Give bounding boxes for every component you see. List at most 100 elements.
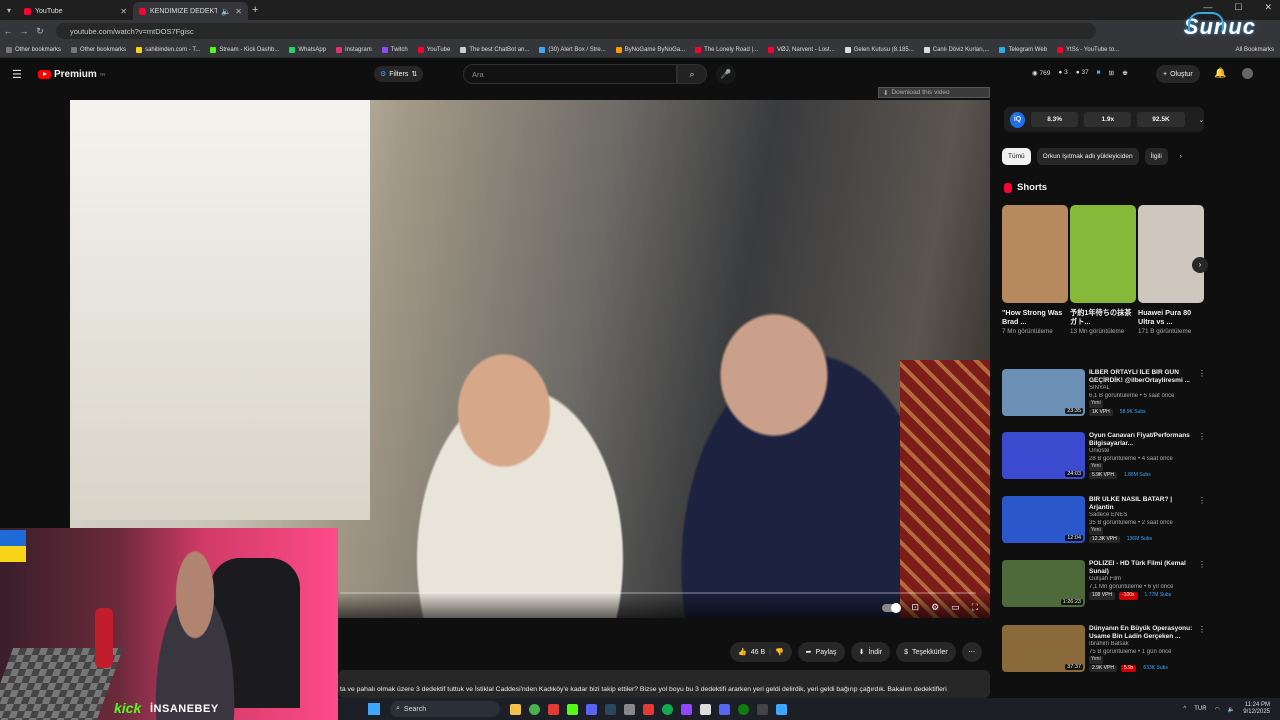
voice-search-button[interactable]: 🎤 — [716, 64, 736, 84]
youtube-logo[interactable]: Premium TR — [38, 69, 105, 80]
short-item[interactable]: 予約1年待ちの抹茶ガト... 13 Mn görüntüleme — [1070, 205, 1136, 336]
download-button[interactable]: ⬇ İndir — [850, 642, 891, 662]
app-icon[interactable] — [643, 703, 654, 715]
app-icon[interactable] — [567, 703, 578, 715]
back-icon[interactable]: ← — [0, 26, 16, 36]
like-button[interactable]: 👍 46 B | 👎 — [730, 642, 792, 662]
app-icon[interactable] — [700, 703, 711, 715]
recommended-video[interactable]: 24:03 Oyun Canavarı Fiyat/Performans Bilg… — [1002, 432, 1206, 488]
short-thumbnail[interactable] — [1138, 205, 1204, 303]
new-tab-icon[interactable]: + — [252, 4, 258, 16]
recommended-video[interactable]: 1:26:23 POLİZEİ - HD Türk Filmi (Kemal Su… — [1002, 560, 1206, 616]
recommended-video[interactable]: 37:37 Dünyanın En Büyük Operasyonu: Usame… — [1002, 625, 1206, 681]
video-thumbnail[interactable]: 12:04 — [1002, 496, 1085, 543]
avatar[interactable] — [1242, 68, 1253, 79]
address-bar[interactable]: youtube.com/watch?v=mtDOS7Fgisc — [56, 23, 1096, 39]
shorts-next-button[interactable]: › — [1192, 257, 1208, 273]
close-window-icon[interactable]: ✕ — [1264, 2, 1272, 13]
app-icon[interactable] — [757, 703, 768, 715]
bookmark-item[interactable]: Instagram — [336, 46, 372, 53]
reload-icon[interactable]: ↻ — [32, 26, 48, 37]
search-input[interactable]: Ara — [463, 64, 677, 84]
bookmark-item[interactable]: Telegram Web — [999, 46, 1047, 53]
more-options-icon[interactable]: ⋮ — [1198, 496, 1206, 552]
taskbar-search[interactable]: ⌕ Search — [390, 701, 500, 717]
video-thumbnail[interactable]: 23:35 — [1002, 369, 1085, 416]
recommended-video[interactable]: 23:35 İLBER ORTAYLI İLE BİR GÜN GEÇİRDİK!… — [1002, 369, 1206, 425]
bookmark-item[interactable]: Gelen Kutusu (8.185... — [844, 46, 914, 53]
bookmark-item[interactable]: Other bookmarks — [6, 46, 61, 53]
extension-icon[interactable]: ■ — [1097, 69, 1101, 77]
browser-tab-youtube[interactable]: YouTube ✕ — [18, 2, 133, 20]
chevron-right-icon[interactable]: › — [1180, 153, 1182, 160]
video-title[interactable]: Oyun Canavarı Fiyat/Performans Bilgisaya… — [1089, 432, 1194, 448]
channel-name[interactable]: Sadece ENES — [1089, 512, 1194, 520]
close-tab-icon[interactable]: ✕ — [235, 7, 242, 16]
search-button[interactable]: ⌕ — [677, 64, 707, 84]
app-icon[interactable] — [681, 703, 692, 715]
volume-icon[interactable]: 🔈 — [1228, 706, 1235, 713]
tab-search-icon[interactable]: ▾ — [0, 6, 18, 15]
all-bookmarks[interactable]: All Bookmarks — [1236, 42, 1274, 57]
bookmark-item[interactable]: sahibinden.com - T... — [136, 46, 200, 53]
browser-tab-video[interactable]: KENDİMİZE DEDEKTİF TUTT 🔈 ✕ — [133, 2, 248, 20]
file-explorer-icon[interactable] — [510, 703, 521, 715]
short-thumbnail[interactable] — [1070, 205, 1136, 303]
autoplay-toggle[interactable] — [881, 602, 901, 613]
speaker-icon[interactable]: 🔈 — [221, 7, 231, 16]
discord-icon[interactable] — [586, 703, 597, 715]
more-actions-button[interactable]: ⋯ — [961, 642, 982, 662]
settings-gear-icon[interactable]: ⚙ — [931, 602, 939, 613]
notifications-bell-icon[interactable]: 🔔 — [1214, 68, 1226, 79]
trophy-icon[interactable]: ♚ — [1122, 69, 1128, 77]
short-thumbnail[interactable] — [1002, 205, 1068, 303]
download-video-button[interactable]: ⬇ Download this video — [878, 87, 990, 98]
video-thumbnail[interactable]: 24:03 — [1002, 432, 1085, 479]
chip-related[interactable]: İlgili — [1144, 148, 1168, 165]
channel-name[interactable]: SINYAL — [1089, 385, 1194, 393]
app-icon[interactable] — [548, 703, 559, 715]
video-title[interactable]: Dünyanın En Büyük Operasyonu: Usame Bin … — [1089, 625, 1194, 641]
bookmark-item[interactable]: The Lonely Road |... — [695, 46, 758, 53]
channel-name[interactable]: Gülşah Film — [1089, 576, 1194, 584]
app-icon[interactable] — [662, 703, 673, 715]
app-icon[interactable] — [624, 703, 635, 715]
chevron-down-icon[interactable]: ⌄ — [1199, 116, 1204, 124]
more-options-icon[interactable]: ⋮ — [1198, 432, 1206, 488]
theater-mode-icon[interactable]: ▭ — [951, 602, 960, 613]
language-indicator[interactable]: TUR — [1194, 706, 1206, 712]
video-title[interactable]: BİR ÜLKE NASIL BATAR? | Arjantin — [1089, 496, 1194, 512]
tray-chevron-icon[interactable]: ^ — [1183, 706, 1186, 712]
close-tab-icon[interactable]: ✕ — [120, 7, 127, 16]
progress-bar[interactable] — [340, 592, 976, 594]
more-options-icon[interactable]: ⋮ — [1198, 560, 1206, 616]
steam-icon[interactable] — [605, 703, 616, 715]
video-thumbnail[interactable]: 37:37 — [1002, 625, 1085, 672]
video-thumbnail[interactable]: 1:26:23 — [1002, 560, 1085, 607]
channel-name[interactable]: İbrahim Balsak — [1089, 641, 1194, 649]
create-button[interactable]: + Oluştur — [1156, 65, 1200, 83]
bookmark-item[interactable]: WhatsApp — [289, 46, 326, 53]
grid-icon[interactable]: ⊞ — [1109, 69, 1114, 77]
recommended-video[interactable]: 12:04 BİR ÜLKE NASIL BATAR? | Arjantin Sad… — [1002, 496, 1206, 552]
bookmark-item[interactable]: Stream - Kick Dashb... — [210, 46, 279, 53]
filters-button[interactable]: ⚙ Filters ⇅ — [374, 66, 424, 82]
share-button[interactable]: ➦ Paylaş — [797, 642, 845, 662]
forward-icon[interactable]: → — [16, 26, 32, 36]
short-title[interactable]: 予約1年待ちの抹茶ガト... — [1070, 308, 1136, 326]
fullscreen-icon[interactable]: ⛶ — [972, 602, 978, 613]
bookmark-item[interactable]: YouTube — [417, 46, 450, 53]
thanks-button[interactable]: $ Teşekkürler — [896, 642, 956, 662]
short-item[interactable]: "How Strong Was Brad ... 7 Mn görüntüleme — [1002, 205, 1068, 336]
bookmark-item[interactable]: Canlı Döviz Kurları,... — [923, 46, 989, 53]
subtitles-icon[interactable]: ⊡ — [912, 602, 920, 613]
bookmark-item[interactable]: (30) Alert Box / Stre... — [539, 46, 606, 53]
more-options-icon[interactable]: ⋮ — [1198, 369, 1206, 425]
more-options-icon[interactable]: ⋮ — [1198, 625, 1206, 681]
channel-name[interactable]: Unioste — [1089, 448, 1194, 456]
windows-start-icon[interactable] — [368, 703, 380, 715]
chrome-icon[interactable] — [529, 703, 540, 715]
bookmark-item[interactable]: Other bookmarks — [71, 46, 126, 53]
maximize-icon[interactable]: ☐ — [1234, 2, 1242, 13]
bookmark-item[interactable]: YtSs - YouTube to... — [1057, 46, 1119, 53]
